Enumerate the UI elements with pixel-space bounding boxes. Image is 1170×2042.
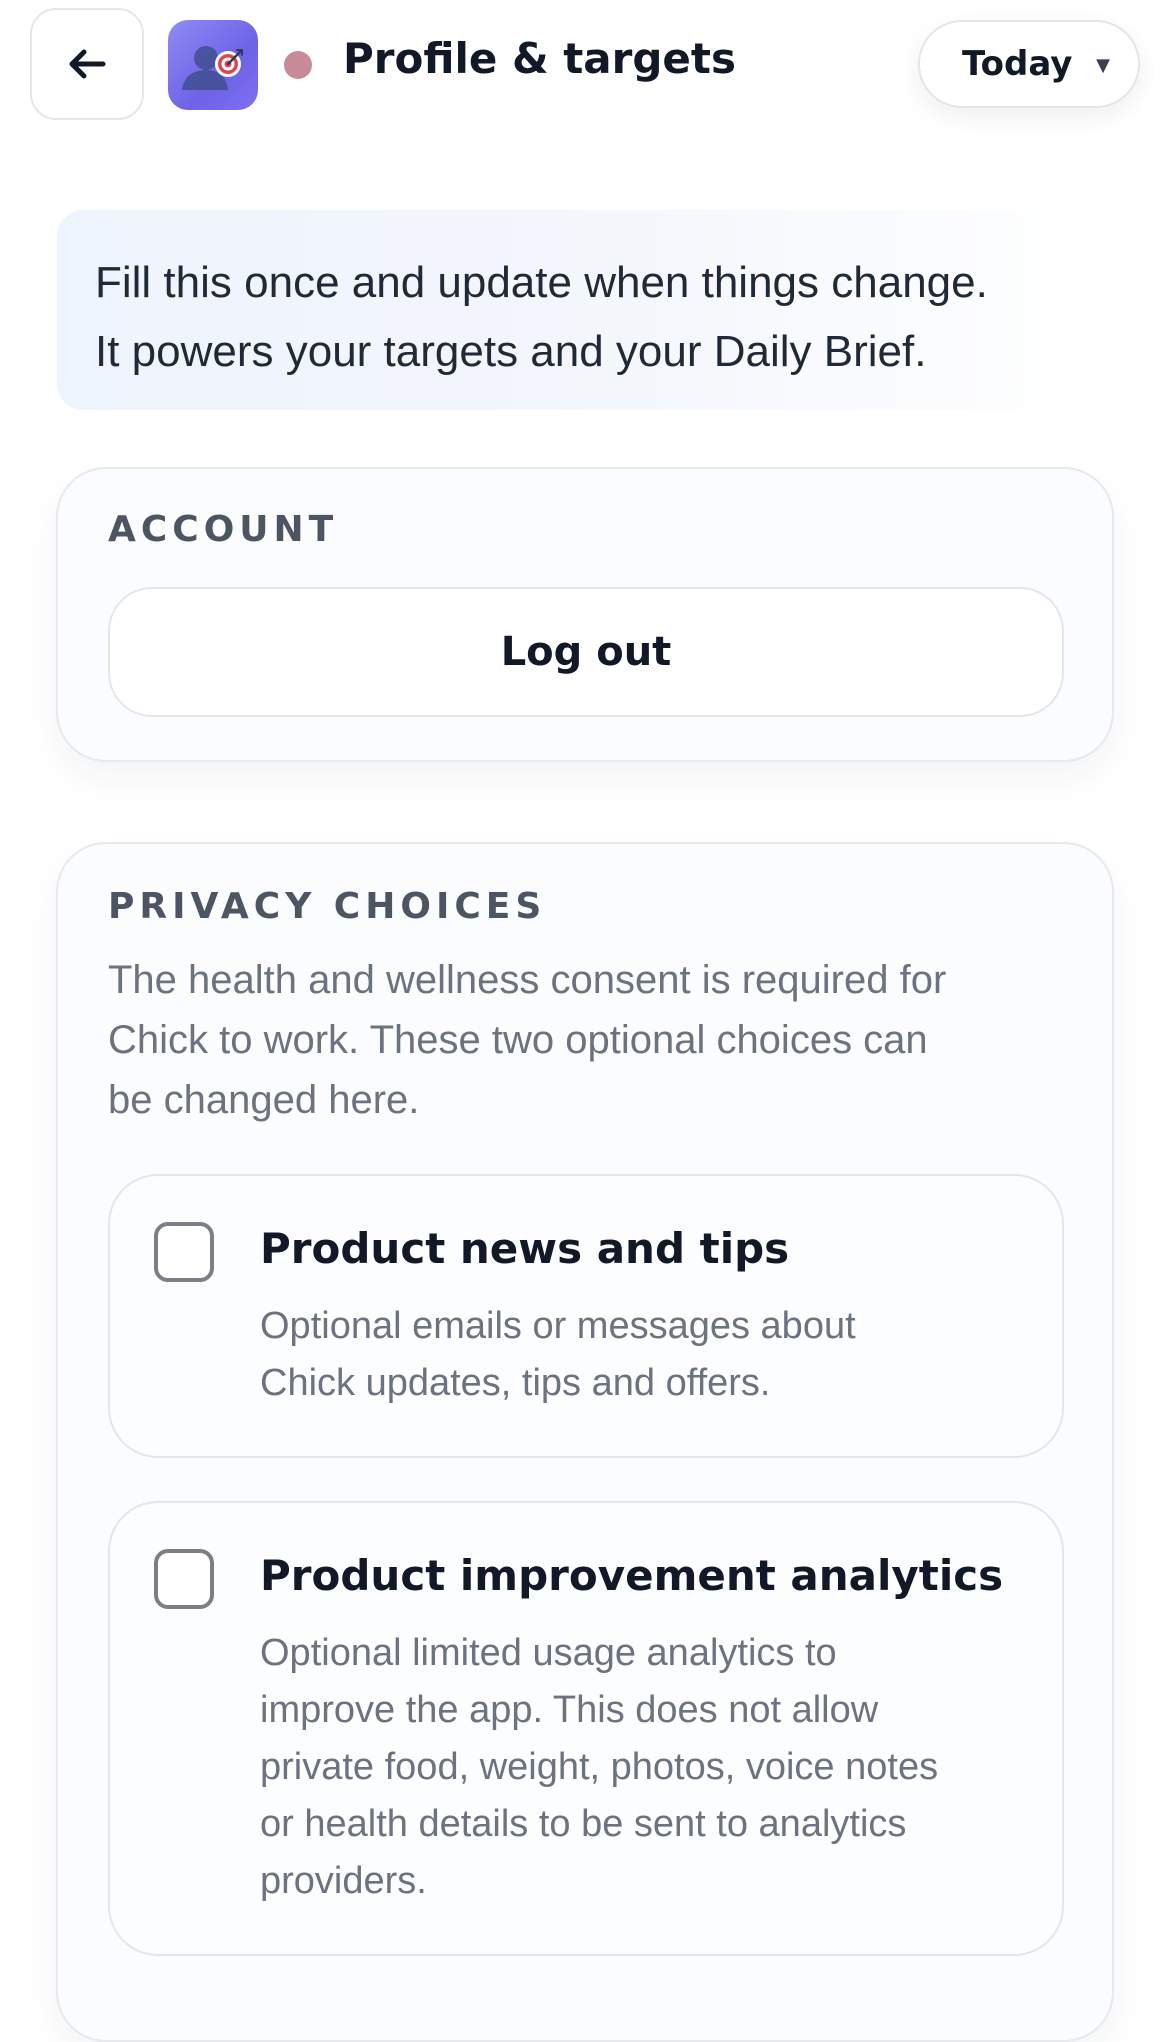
privacy-description-line: be changed here. (108, 1078, 420, 1122)
intro-line: It powers your targets and your Daily Br… (95, 327, 927, 376)
app-icon (168, 20, 258, 110)
profile-target-icon (182, 46, 243, 90)
option-product-news[interactable]: Product news and tips Optional emails or… (108, 1174, 1064, 1458)
intro-banner: Fill this once and update when things ch… (57, 210, 1113, 410)
back-button[interactable] (30, 8, 144, 120)
option-description-line: Optional emails or messages about (260, 1305, 856, 1347)
status-indicator (284, 51, 312, 79)
account-section-label: ACCOUNT (108, 509, 339, 550)
privacy-description: The health and wellness consent is requi… (108, 950, 1068, 1130)
option-description-line: improve the app. This does not allow (260, 1689, 879, 1731)
product-analytics-checkbox[interactable] (154, 1549, 214, 1609)
page-title: Profile & targets (343, 34, 736, 83)
option-description-line: Chick updates, tips and offers. (260, 1362, 771, 1404)
option-title: Product news and tips (260, 1224, 790, 1273)
privacy-card: PRIVACY CHOICES The health and wellness … (56, 842, 1114, 2042)
option-description-line: private food, weight, photos, voice note… (260, 1746, 939, 1788)
privacy-description-line: The health and wellness consent is requi… (108, 958, 947, 1002)
option-description: Optional limited usage analytics to impr… (260, 1625, 938, 1910)
option-title: Product improvement analytics (260, 1551, 1004, 1600)
date-select-value: Today (962, 44, 1073, 84)
product-news-checkbox[interactable] (154, 1222, 214, 1282)
option-description-line: Optional limited usage analytics to (260, 1632, 837, 1674)
chevron-down-icon: ▼ (1096, 55, 1110, 76)
option-description-line: providers. (260, 1860, 427, 1902)
logout-button[interactable]: Log out (108, 587, 1064, 717)
account-card: ACCOUNT Log out (56, 467, 1114, 762)
option-description-line: or health details to be sent to analytic… (260, 1803, 907, 1845)
top-bar: Profile & targets Today ▼ (0, 0, 1170, 130)
date-select[interactable]: Today ▼ (918, 20, 1140, 108)
arrow-left-icon (69, 49, 106, 79)
privacy-description-line: Chick to work. These two optional choice… (108, 1018, 928, 1062)
intro-line: Fill this once and update when things ch… (95, 258, 988, 307)
option-description: Optional emails or messages about Chick … (260, 1298, 856, 1412)
option-product-analytics[interactable]: Product improvement analytics Optional l… (108, 1501, 1064, 1956)
privacy-section-label: PRIVACY CHOICES (108, 886, 547, 927)
